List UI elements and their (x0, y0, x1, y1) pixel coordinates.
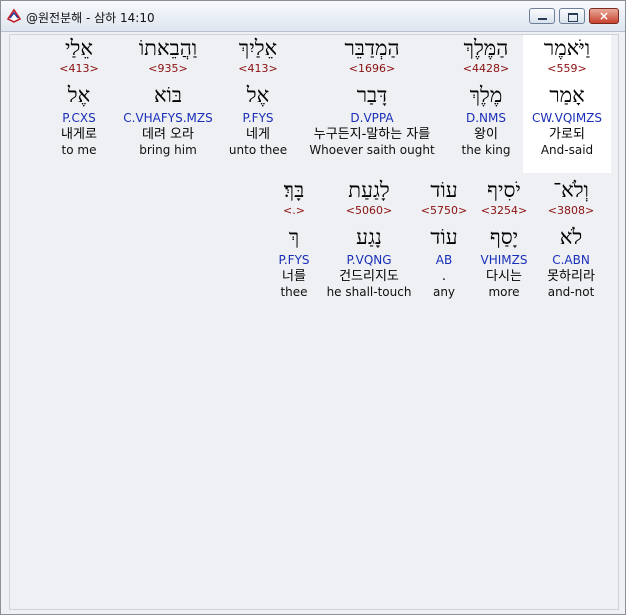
parse-code: D.VPPA (350, 111, 394, 125)
korean-gloss: 다시는 (486, 269, 522, 284)
hebrew-root: יָסַף (489, 225, 519, 249)
korean-gloss: 가로되 (549, 127, 585, 142)
word-column[interactable]: בָּךְ׃ <.> ךְ P.FYS 너를 thee (268, 177, 320, 300)
english-gloss: any (432, 285, 456, 299)
korean-gloss: 건드리지도 (339, 269, 399, 284)
hebrew-word: אֵלַיִךְ (238, 36, 278, 60)
english-gloss: to me (61, 143, 97, 157)
parse-code: P.FYS (242, 111, 274, 125)
hebrew-root: ךְ (288, 225, 300, 249)
hebrew-root: אֶל (246, 83, 270, 107)
app-logo-icon (6, 8, 22, 23)
title-bar[interactable]: @원전분해 - 삼하 14:10 × (1, 1, 625, 32)
word-column[interactable]: יֹסִיף <3254> יָסַף VHIMZS 다시는 more (472, 177, 536, 300)
hebrew-root: נָגַע (356, 225, 382, 249)
hebrew-word: אֵלַי (65, 36, 93, 60)
maximize-button[interactable] (559, 8, 585, 24)
hebrew-word: עוֹד (430, 178, 458, 202)
english-gloss: the king (461, 143, 511, 157)
parse-code: D.NMS (465, 111, 506, 125)
english-gloss: and-not (547, 285, 595, 299)
word-column[interactable]: עוֹד <5750> עוֹד AB . any (416, 177, 472, 300)
korean-gloss: 누구든지-말하는 자를 (313, 127, 431, 142)
korean-gloss: 못하리라 (547, 269, 595, 284)
strong-number: <5060> (345, 204, 393, 217)
hebrew-word: וַיֹּאמֶר (543, 36, 591, 60)
hebrew-word: הַמְדַבֵּר (344, 36, 400, 60)
korean-gloss: 네게 (246, 127, 270, 142)
english-gloss: And-said (540, 143, 594, 157)
minimize-button[interactable] (529, 8, 555, 24)
english-gloss: more (488, 285, 520, 299)
strong-number: <5750> (420, 204, 468, 217)
korean-gloss: 내게로 (61, 127, 97, 142)
parse-code: P.CXS (62, 111, 96, 125)
word-column[interactable]: לָגַעַת <5060> נָגַע P.VQNG 건드리지도 he sha… (320, 177, 418, 300)
parse-code: P.FYS (278, 253, 310, 267)
english-gloss: thee (280, 285, 308, 299)
hebrew-root: דָּבַר (356, 83, 388, 107)
word-column[interactable]: וַהֲבֵאתוֹ <935> בּוֹא C.VHAFYS.MZS 데려 오… (116, 35, 220, 158)
hebrew-word: יֹסִיף (487, 178, 521, 202)
strong-number: <413> (238, 62, 278, 75)
parse-code: P.VQNG (346, 253, 392, 267)
korean-gloss: . (441, 269, 447, 284)
minimize-icon (530, 9, 554, 23)
korean-gloss: 왕이 (474, 127, 498, 142)
hebrew-root: מֶלֶךְ (469, 83, 503, 107)
parse-code: AB (435, 253, 453, 267)
english-gloss: he shall-touch (326, 285, 412, 299)
english-gloss: unto thee (228, 143, 288, 157)
hebrew-word: וְלֹא־ (553, 178, 589, 202)
window-title: @원전분해 - 삼하 14:10 (26, 11, 155, 25)
strong-number: <559> (547, 62, 587, 75)
english-gloss: bring him (139, 143, 197, 157)
strong-number: <413> (59, 62, 99, 75)
english-gloss: Whoever saith ought (309, 143, 435, 157)
hebrew-root: בּוֹא (153, 83, 183, 107)
hebrew-root: אֶל (67, 83, 91, 107)
korean-gloss: 데려 오라 (142, 127, 194, 142)
hebrew-root: לֹא (559, 225, 583, 249)
strong-number: <.> (283, 204, 305, 217)
strong-number: <3808> (547, 204, 595, 217)
app-window: @원전분해 - 삼하 14:10 × וַיֹּאמֶר <559> אָמַר… (0, 0, 626, 615)
word-column[interactable]: הַמְדַבֵּר <1696> דָּבַר D.VPPA 누구든지-말하는… (300, 35, 444, 158)
parse-code: C.VHAFYS.MZS (123, 111, 213, 125)
parse-code: VHIMZS (480, 253, 528, 267)
hebrew-word: בָּךְ׃ (283, 178, 305, 202)
close-icon: × (598, 9, 610, 23)
word-column[interactable]: אֵלַי <413> אֶל P.CXS 내게로 to me (46, 35, 112, 158)
hebrew-root: אָמַר (549, 83, 585, 107)
strong-number: <4428> (462, 62, 510, 75)
hebrew-root: עוֹד (430, 225, 458, 249)
close-button[interactable]: × (589, 8, 619, 24)
parse-code: CW.VQIMZS (531, 111, 603, 125)
maximize-icon (560, 9, 584, 23)
strong-number: <3254> (480, 204, 528, 217)
strong-number: <935> (148, 62, 188, 75)
word-column[interactable]: וַיֹּאמֶר <559> אָמַר CW.VQIMZS 가로되 And-… (523, 35, 611, 173)
hebrew-word: וַהֲבֵאתוֹ (138, 36, 198, 60)
strong-number: <1696> (348, 62, 396, 75)
interlinear-panel: וַיֹּאמֶר <559> אָמַר CW.VQIMZS 가로되 And-… (9, 34, 619, 610)
word-column[interactable]: הַמֶּלֶךְ <4428> מֶלֶךְ D.NMS 왕이 the kin… (443, 35, 529, 158)
parse-code: C.ABN (552, 253, 590, 267)
word-column[interactable]: אֵלַיִךְ <413> אֶל P.FYS 네게 unto thee (218, 35, 298, 158)
hebrew-word: הַמֶּלֶךְ (463, 36, 509, 60)
korean-gloss: 너를 (282, 269, 306, 284)
hebrew-word: לָגַעַת (348, 178, 390, 202)
word-column[interactable]: וְלֹא־ <3808> לֹא C.ABN 못하리라 and-not (531, 177, 611, 300)
